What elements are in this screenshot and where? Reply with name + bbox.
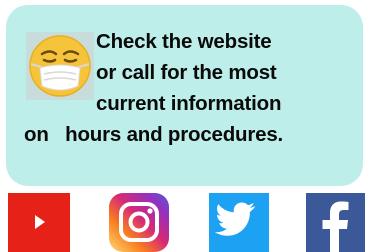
- face-with-medical-mask-icon: [26, 32, 94, 100]
- notice-line-4: on hours and procedures.: [24, 123, 284, 146]
- twitter-link[interactable]: [209, 193, 269, 252]
- notice-line-3: current information: [96, 92, 282, 115]
- youtube-link[interactable]: [8, 193, 70, 252]
- notice-line-2: or call for the most: [96, 61, 277, 84]
- youtube-icon: [8, 193, 70, 252]
- notice-line-1: Check the website: [96, 30, 272, 53]
- social-links: [0, 193, 365, 252]
- facebook-icon: [306, 193, 365, 252]
- page-root: Check the website or call for the most c…: [0, 0, 365, 252]
- instagram-link[interactable]: [109, 193, 169, 252]
- instagram-icon: [109, 193, 169, 252]
- facebook-link[interactable]: [306, 193, 365, 252]
- twitter-icon: [209, 193, 269, 252]
